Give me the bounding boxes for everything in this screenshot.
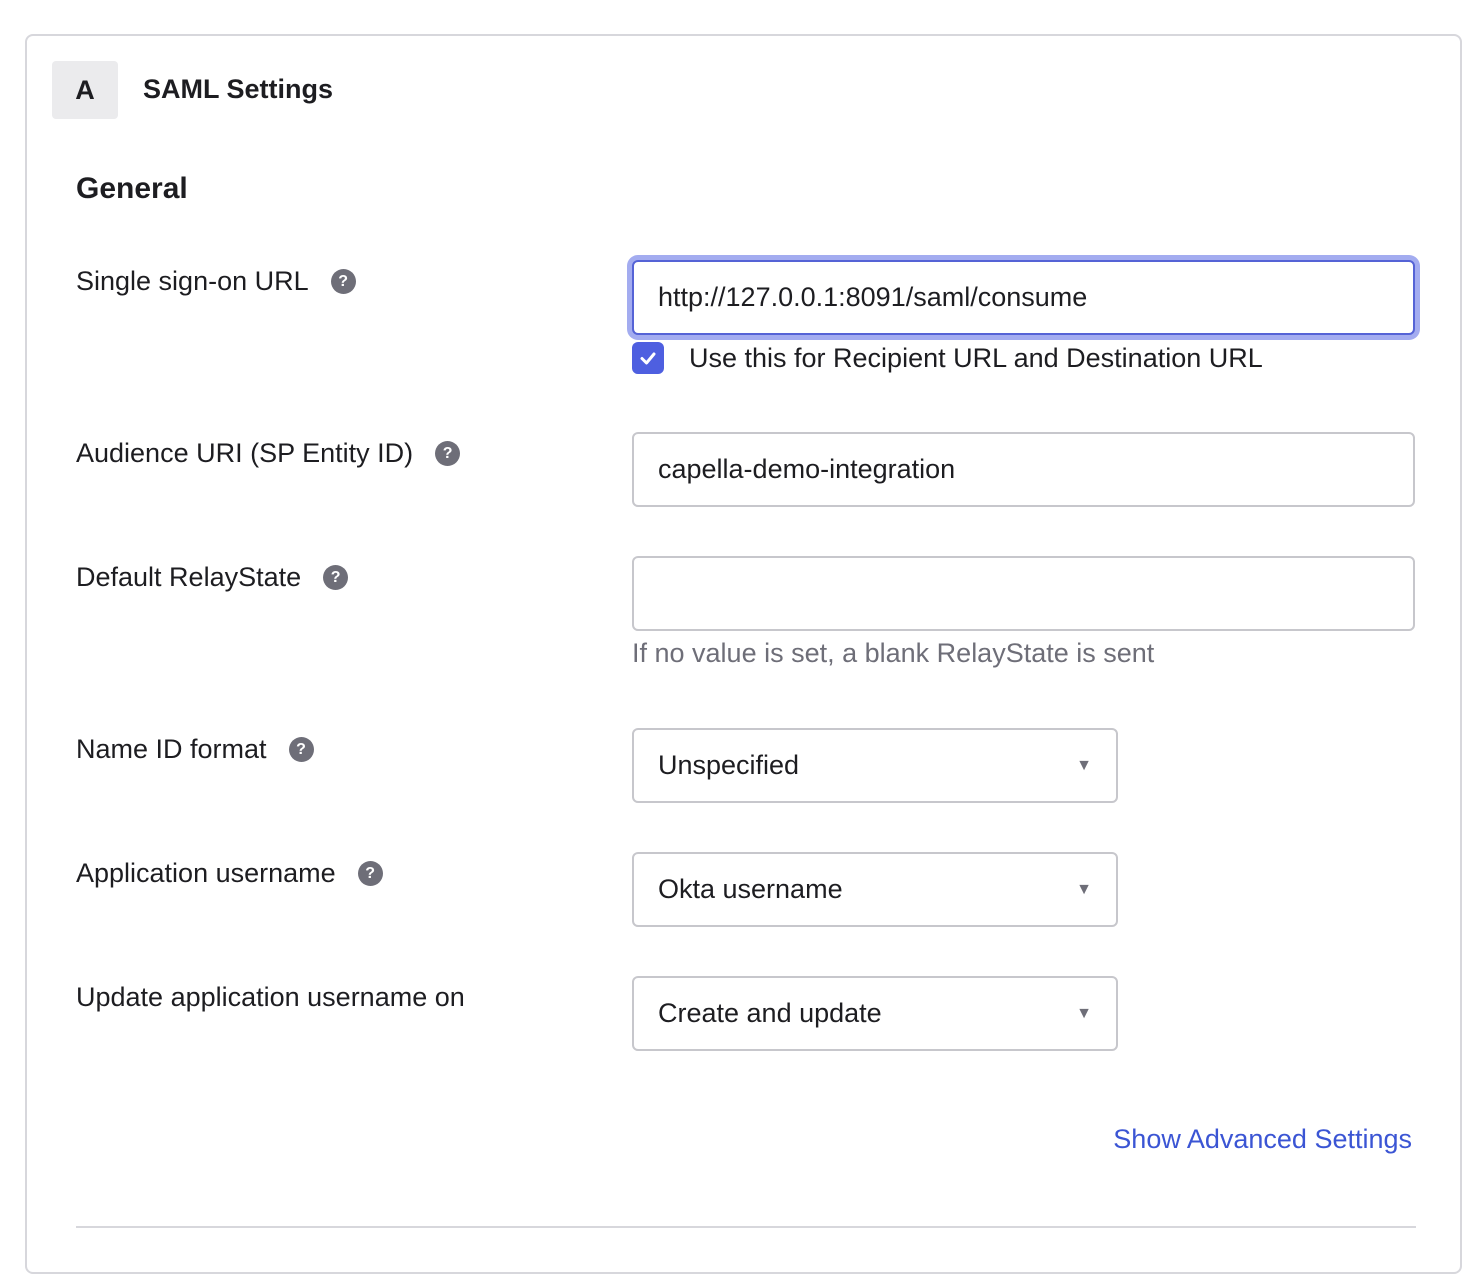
name-id-format-value: Unspecified [658,750,800,780]
sso-url-label-row: Single sign-on URL ? [76,266,356,297]
relay-state-label: Default RelayState [76,562,302,592]
step-badge: A [52,61,118,119]
update-username-value: Create and update [658,998,882,1028]
recipient-url-checkbox-row[interactable]: Use this for Recipient URL and Destinati… [632,342,1263,374]
update-username-label: Update application username on [76,982,465,1012]
name-id-format-label-row: Name ID format ? [76,734,314,765]
app-username-value: Okta username [658,874,843,904]
update-username-select[interactable]: Create and update ▼ [632,976,1118,1051]
relay-state-hint: If no value is set, a blank RelayState i… [632,638,1155,668]
caret-down-icon: ▼ [1076,1004,1092,1022]
help-icon[interactable]: ? [288,737,314,762]
sso-url-label: Single sign-on URL [76,266,309,296]
recipient-url-checkbox[interactable] [632,342,664,374]
update-username-label-row: Update application username on [76,982,465,1013]
audience-uri-input[interactable] [632,432,1415,507]
checkmark-icon [640,352,656,365]
app-username-label: Application username [76,858,336,888]
relay-state-label-row: Default RelayState ? [76,562,349,593]
sso-url-input[interactable] [632,260,1415,335]
help-icon[interactable]: ? [323,565,349,590]
help-icon[interactable]: ? [330,269,356,294]
section-divider [76,1226,1416,1228]
app-username-select[interactable]: Okta username ▼ [632,852,1118,927]
saml-settings-panel: A SAML Settings General Single sign-on U… [25,34,1462,1274]
caret-down-icon: ▼ [1076,756,1092,774]
audience-uri-label-row: Audience URI (SP Entity ID) ? [76,438,461,469]
app-username-label-row: Application username ? [76,858,383,889]
relay-state-input[interactable] [632,556,1415,631]
audience-uri-label: Audience URI (SP Entity ID) [76,438,414,468]
caret-down-icon: ▼ [1076,880,1092,898]
show-advanced-settings-link[interactable]: Show Advanced Settings [1113,1124,1412,1155]
panel-title: SAML Settings [143,74,334,104]
name-id-format-select[interactable]: Unspecified ▼ [632,728,1118,803]
step-letter: A [75,74,95,105]
help-icon[interactable]: ? [357,861,383,886]
help-icon[interactable]: ? [435,441,461,466]
recipient-url-checkbox-label: Use this for Recipient URL and Destinati… [689,342,1263,373]
name-id-format-label: Name ID format [76,734,267,764]
section-title-general: General [76,172,188,205]
